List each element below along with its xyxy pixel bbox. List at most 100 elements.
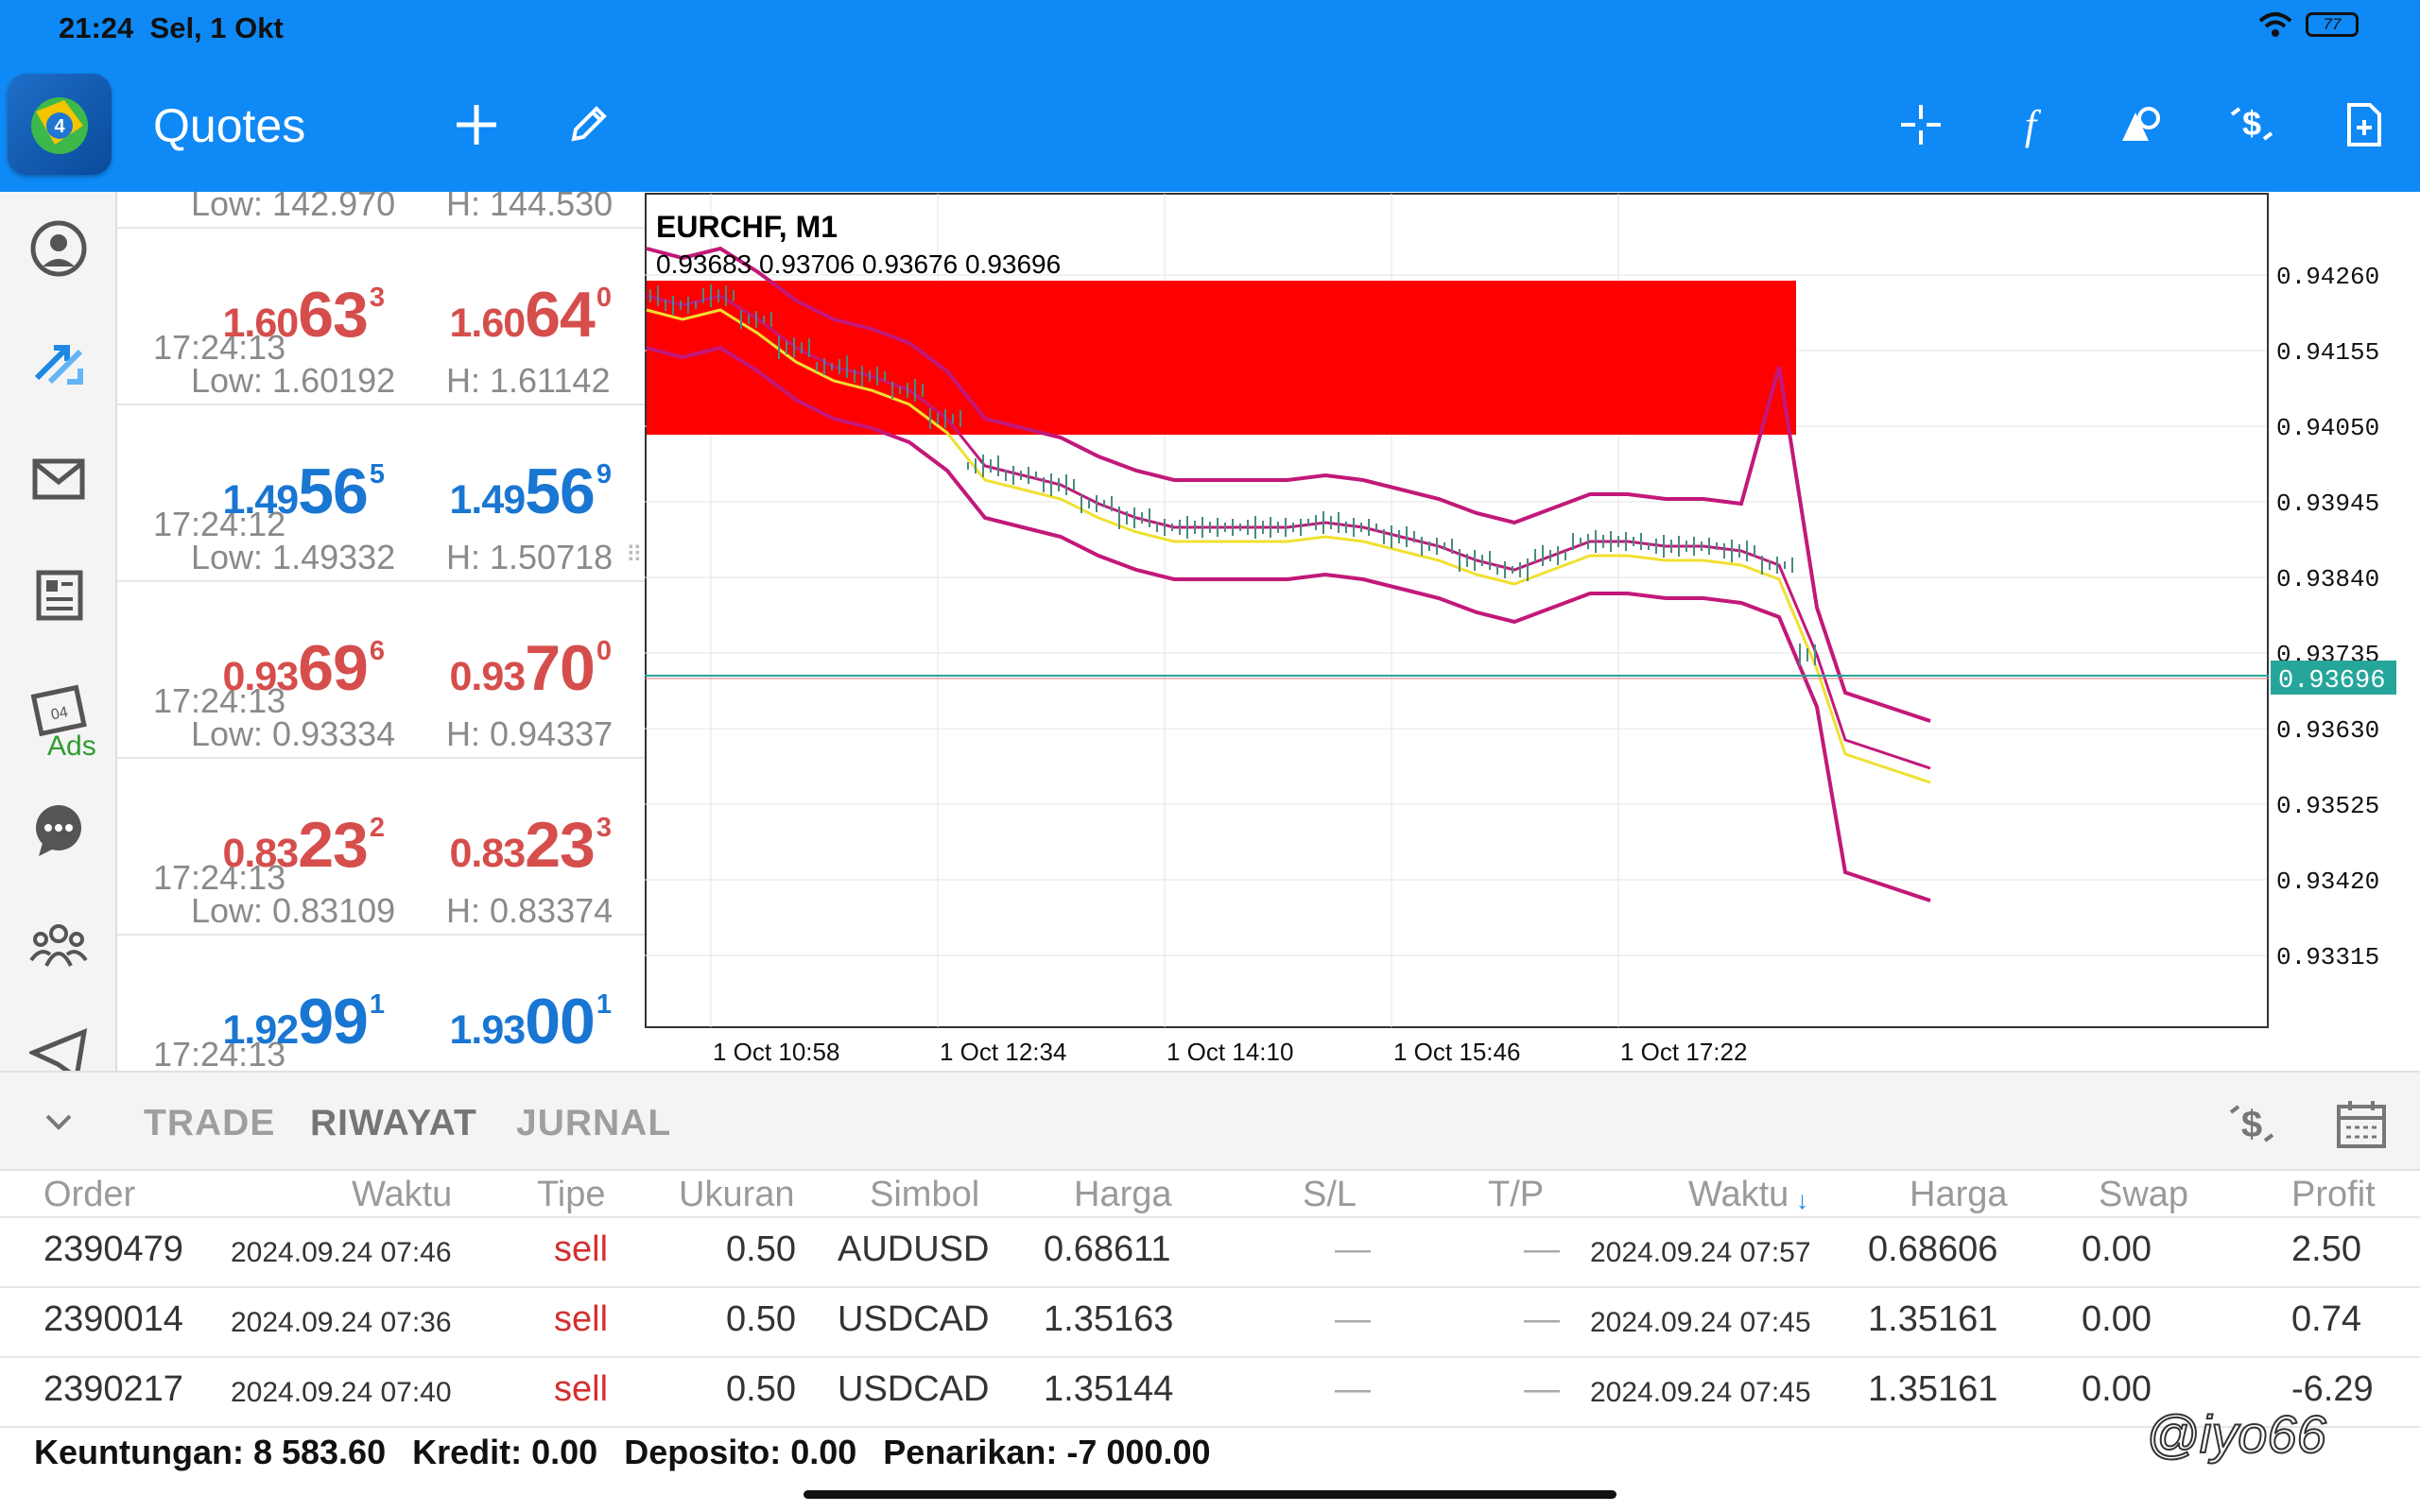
news-icon[interactable] xyxy=(28,564,89,625)
shapes-icon[interactable] xyxy=(2110,94,2170,155)
community-icon[interactable] xyxy=(28,916,89,976)
quote-row[interactable]: 17:24:12 1.49565 1.49569 Low: 1.49332 H: 1.5… xyxy=(117,405,645,582)
battery-icon: 77 xyxy=(2306,12,2359,37)
bid-price: 0.83232 xyxy=(222,809,385,881)
column-header[interactable]: Ukuran xyxy=(679,1175,795,1215)
crosshair-icon[interactable] xyxy=(1891,94,1951,155)
tab-history[interactable]: RIWAYAT xyxy=(310,1103,477,1144)
cell-close-price: 1.35161 xyxy=(1868,1299,1998,1339)
history-row[interactable]: 2390217 2024.09.24 07:40 sell 0.50 USDCAD 1.3… xyxy=(0,1358,2420,1428)
summary-deposit: Deposito: 0.00 xyxy=(624,1433,857,1471)
quote-low: Low: 1.60192 xyxy=(191,361,396,400)
terminal-tabs: TRADE RIWAYAT JURNAL $ xyxy=(0,1071,2420,1171)
x-axis-label: 1 Oct 12:34 xyxy=(940,1038,1066,1066)
top-bar: 21:24 Sel, 1 Okt 77 4 Quotes f $ xyxy=(0,0,2420,192)
cell-profit: 0.74 xyxy=(2291,1299,2361,1339)
quote-row[interactable]: 17:24:13 0.83232 0.83233 Low: 0.83109 H: 0.8… xyxy=(117,759,645,936)
column-header[interactable]: Order xyxy=(43,1175,135,1215)
x-axis-labels: 1 Oct 10:58 1 Oct 12:34 1 Oct 14:10 1 Oct 1… xyxy=(713,1038,1747,1066)
plus-icon[interactable] xyxy=(446,94,507,155)
bid-price: 1.60633 xyxy=(222,279,385,351)
column-header[interactable]: Waktu xyxy=(1688,1175,1789,1215)
function-icon[interactable]: f xyxy=(2000,94,2061,155)
history-row[interactable]: 2390479 2024.09.24 07:46 sell 0.50 AUDUSD 0.6… xyxy=(0,1218,2420,1288)
ads-label: Ads xyxy=(47,730,96,762)
quote-low: Low: 142.970 xyxy=(191,192,396,223)
ask-price: 1.60640 xyxy=(449,279,612,351)
drag-handle-icon[interactable]: ⠿ xyxy=(626,544,643,567)
cell-open-time: 2024.09.24 07:46 xyxy=(231,1237,452,1268)
cell-close-time: 2024.09.24 07:45 xyxy=(1590,1377,1811,1408)
cell-open-time: 2024.09.24 07:36 xyxy=(231,1307,452,1338)
cell-type: sell xyxy=(554,1369,609,1409)
quote-low: Low: 1.49332 xyxy=(191,538,396,576)
tab-trade[interactable]: TRADE xyxy=(144,1103,275,1144)
metatrader-logo[interactable]: 4 xyxy=(8,74,112,175)
quote-high: H: 144.530 xyxy=(446,192,614,223)
quotes-list: Low: 142.970 H: 144.530 17:24:13 1.60633 1… xyxy=(117,192,645,1071)
cell-type: sell xyxy=(554,1299,609,1339)
column-header[interactable]: Waktu xyxy=(352,1175,452,1215)
price-chart[interactable]: EURCHF, M1 0.93683 0.93706 0.93676 0.936… xyxy=(645,192,2420,1071)
quote-row[interactable]: 17:24:13 0.93696 0.93700 Low: 0.93334 H: 0.9… xyxy=(117,582,645,759)
cell-type: sell xyxy=(554,1229,609,1269)
y-axis-label: 0.93945 xyxy=(2276,490,2379,518)
cell-close-time: 2024.09.24 07:45 xyxy=(1590,1307,1811,1338)
quotes-icon[interactable] xyxy=(28,218,89,279)
history-row[interactable]: 2390014 2024.09.24 07:36 sell 0.50 USDCAD 1.3… xyxy=(0,1288,2420,1358)
chevron-down-icon[interactable] xyxy=(42,1108,76,1137)
svg-text:$: $ xyxy=(2241,1104,2262,1145)
pencil-icon[interactable] xyxy=(558,94,618,155)
dollar-filter-icon[interactable]: $ xyxy=(2225,1097,2278,1150)
mail-icon[interactable] xyxy=(28,449,89,509)
quote-low: Low: 0.93334 xyxy=(191,714,396,753)
y-axis-label: 0.93840 xyxy=(2276,565,2379,593)
x-axis-label: 1 Oct 10:58 xyxy=(713,1038,839,1066)
bid-price: 1.92991 xyxy=(222,986,385,1057)
cell-swap: 0.00 xyxy=(2082,1299,2152,1339)
y-axis-label: 0.93420 xyxy=(2276,868,2379,896)
chat-icon[interactable] xyxy=(28,800,89,861)
telegram-icon[interactable] xyxy=(28,1023,89,1071)
current-price-label: 0.93696 xyxy=(2278,667,2385,696)
y-axis-label: 0.94155 xyxy=(2276,338,2379,367)
quote-row[interactable]: Low: 142.970 H: 144.530 xyxy=(117,192,645,229)
y-axis-label: 0.93630 xyxy=(2276,716,2379,745)
cell-close-price: 1.35161 xyxy=(1868,1369,1998,1409)
svg-text:4: 4 xyxy=(54,116,65,137)
column-header[interactable]: S/L xyxy=(1303,1175,1357,1215)
status-time: 21:24 Sel, 1 Okt xyxy=(59,11,284,44)
home-indicator[interactable] xyxy=(804,1490,1616,1499)
summary-profit: Keuntungan: 8 583.60 xyxy=(34,1433,387,1471)
quote-row[interactable]: 17:24:13 1.60633 1.60640 Low: 1.60192 H: 1.6… xyxy=(117,229,645,405)
page-title: Quotes xyxy=(153,99,306,152)
tab-journal[interactable]: JURNAL xyxy=(516,1103,671,1144)
column-header[interactable]: Harga xyxy=(1074,1175,1172,1215)
column-header[interactable]: Simbol xyxy=(870,1175,979,1215)
cell-sl: — xyxy=(1335,1229,1371,1269)
summary-withdrawal: Penarikan: -7 000.00 xyxy=(883,1433,1211,1471)
cell-swap: 0.00 xyxy=(2082,1369,2152,1409)
new-document-icon[interactable] xyxy=(2333,94,2394,155)
ask-price: 0.93700 xyxy=(449,632,612,704)
dollar-trade-icon[interactable]: $ xyxy=(2221,94,2282,155)
column-header[interactable]: Swap xyxy=(2099,1175,2188,1215)
watermark: @iyo66 xyxy=(2145,1403,2327,1465)
cell-symbol: USDCAD xyxy=(838,1369,990,1409)
column-header[interactable]: Harga xyxy=(1910,1175,2008,1215)
column-header[interactable]: Profit xyxy=(2291,1175,2376,1215)
cell-swap: 0.00 xyxy=(2082,1229,2152,1269)
x-axis-label: 1 Oct 15:46 xyxy=(1393,1038,1520,1066)
column-header[interactable]: Tipe xyxy=(537,1175,606,1215)
trade-icon[interactable] xyxy=(28,334,89,394)
y-axis-label: 0.93315 xyxy=(2276,943,2379,971)
column-header[interactable]: T/P xyxy=(1488,1175,1544,1215)
calendar-filter-icon[interactable] xyxy=(2335,1097,2388,1150)
chart-canvas[interactable]: EURCHF, M1 0.93683 0.93706 0.93676 0.936… xyxy=(645,192,2420,1071)
sort-arrow-icon: ↓ xyxy=(1796,1186,1808,1214)
cell-order: 2390014 xyxy=(43,1299,183,1339)
ask-price: 1.49569 xyxy=(449,455,612,527)
cell-symbol: USDCAD xyxy=(838,1299,990,1339)
quote-row[interactable]: 17:24:13 1.92991 1.93001 xyxy=(117,936,645,1071)
cell-open-price: 1.35163 xyxy=(1044,1299,1174,1339)
